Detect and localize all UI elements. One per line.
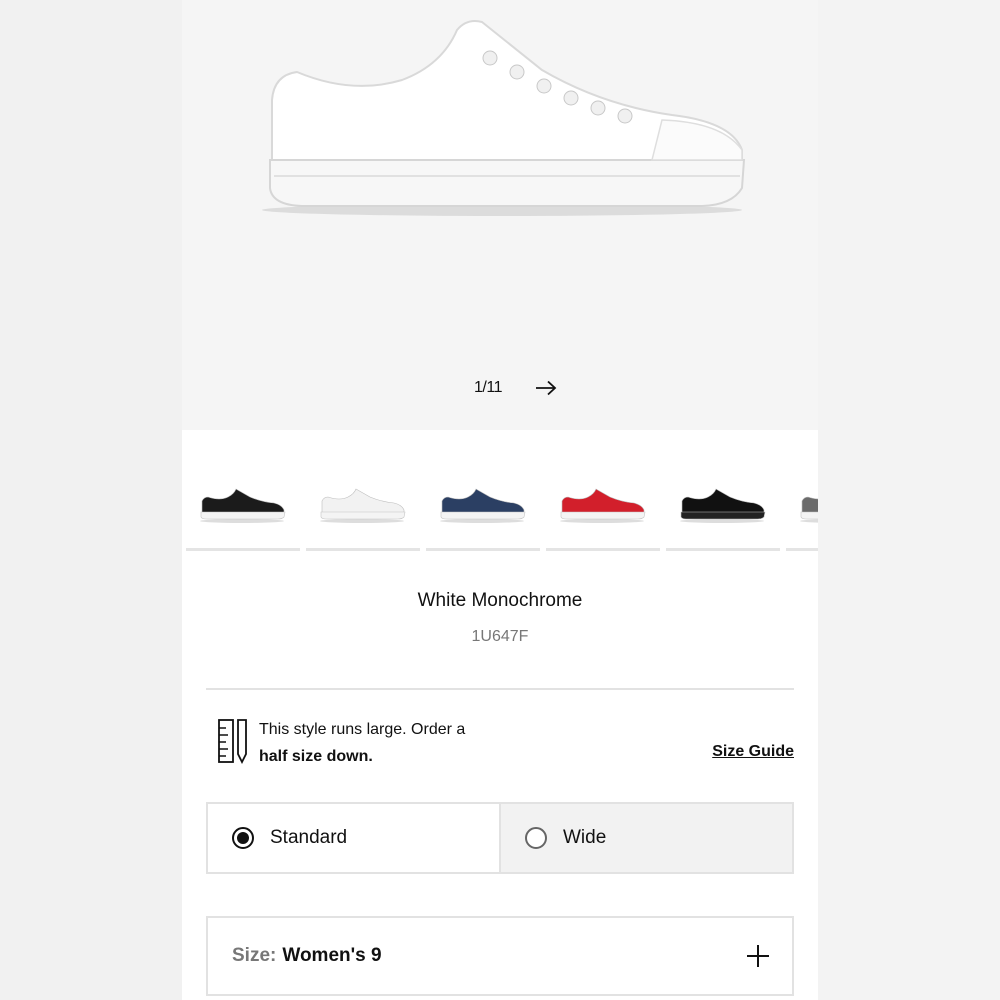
width-selector: Standard Wide <box>206 802 794 874</box>
variant-thumb-red[interactable] <box>546 470 660 551</box>
size-selector[interactable]: Size: Women's 9 <box>206 916 794 996</box>
fit-message: This style runs large. Order a half size… <box>259 716 539 770</box>
shoe-thumbnail-icon <box>800 496 818 523</box>
radio-unselected-icon[interactable] <box>525 827 547 849</box>
ruler-pencil-icon <box>218 719 247 764</box>
variant-thumb-black[interactable] <box>186 470 300 551</box>
style-code: 1U647F <box>471 628 529 645</box>
gallery-pager: 1/11 <box>182 372 818 404</box>
variant-thumb-white[interactable] <box>306 470 420 551</box>
variant-thumb-navy[interactable] <box>426 470 540 551</box>
shoe-thumbnail-icon <box>200 488 286 523</box>
width-option-standard[interactable]: Standard <box>208 804 499 872</box>
variant-thumb-black-monochrome[interactable] <box>666 470 780 551</box>
width-option-wide[interactable]: Wide <box>499 804 792 872</box>
width-option-wide-label: Wide <box>563 827 607 848</box>
shoe-thumbnail-icon <box>560 488 646 523</box>
size-guide-link[interactable]: Size Guide <box>712 743 794 761</box>
radio-selected-icon[interactable] <box>232 827 254 849</box>
product-panel: 1/11 White Monochrome 1U647F This style … <box>182 0 818 1000</box>
shoe-thumbnail-icon <box>680 488 766 523</box>
shoe-thumbnail-icon <box>440 488 526 523</box>
gallery-counter: 1/11 <box>474 379 502 396</box>
shoe-thumbnail-icon <box>320 488 406 523</box>
fit-message-line2: half size down. <box>259 748 373 765</box>
fit-message-line1: This style runs large. Order a <box>259 721 466 738</box>
width-option-standard-label: Standard <box>270 827 348 848</box>
plus-icon[interactable] <box>746 944 770 968</box>
right-backdrop <box>818 0 1000 1000</box>
variant-thumb-grey[interactable] <box>786 470 818 551</box>
arrow-right-icon[interactable] <box>534 378 562 398</box>
left-backdrop <box>0 0 182 1000</box>
color-name: White Monochrome <box>417 590 583 611</box>
size-label: Size: <box>232 945 277 966</box>
size-value: Women's 9 <box>282 945 382 966</box>
color-variant-thumbnails <box>186 470 818 551</box>
product-image-gallery[interactable]: 1/11 <box>182 0 818 430</box>
product-image <box>262 20 746 216</box>
divider <box>206 688 794 690</box>
